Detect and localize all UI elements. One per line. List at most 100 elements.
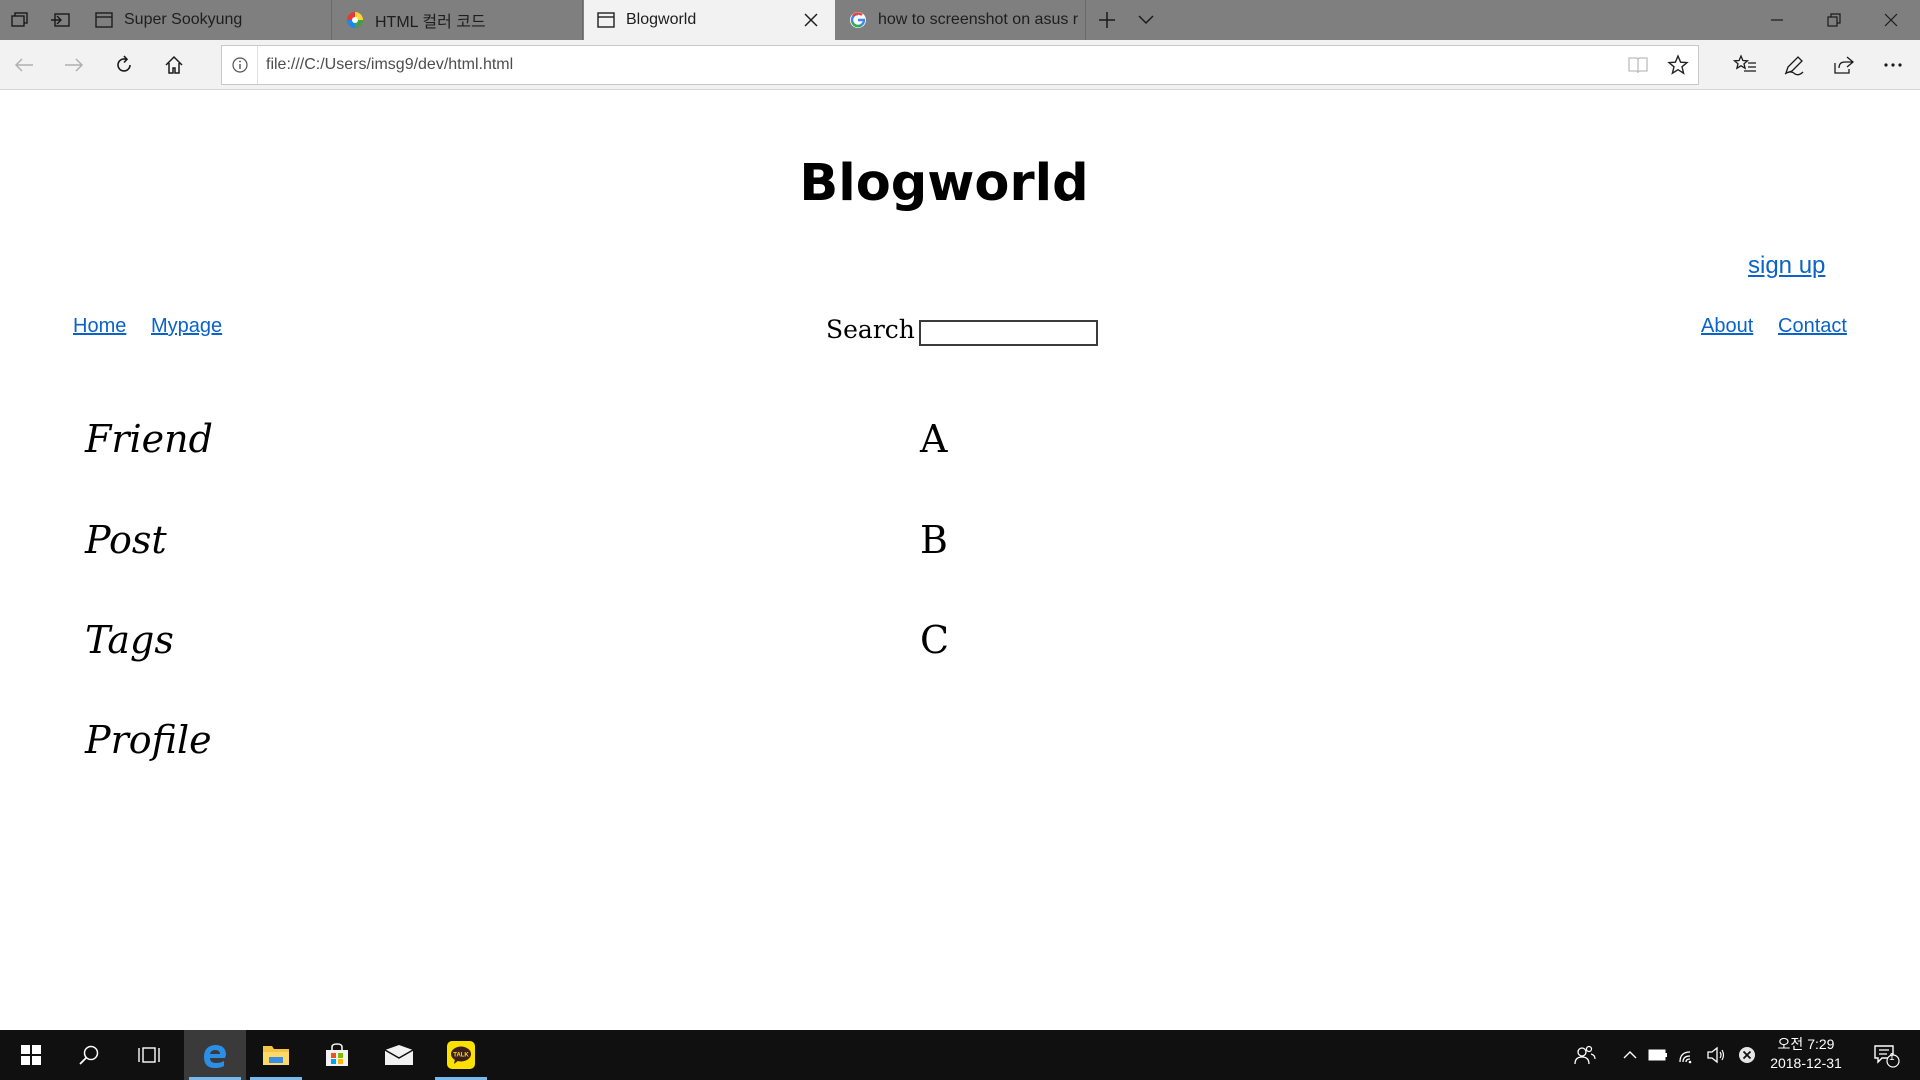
battery-icon bbox=[1648, 1049, 1667, 1061]
taskbar-mail[interactable] bbox=[368, 1030, 430, 1080]
action-center-button[interactable]: 1 bbox=[1866, 1030, 1906, 1080]
sidebar-item-tags: Tags bbox=[85, 618, 174, 662]
restore-icon bbox=[1827, 13, 1841, 27]
tab-previews-button[interactable] bbox=[1126, 0, 1166, 40]
address-bar[interactable]: file:///C:/Users/imsg9/dev/html.html bbox=[221, 45, 1699, 85]
info-icon[interactable] bbox=[222, 46, 258, 84]
sign-up-link[interactable]: sign up bbox=[1748, 252, 1825, 280]
web-note-button[interactable] bbox=[1774, 45, 1814, 85]
home-button[interactable] bbox=[154, 45, 194, 85]
tab-google-search[interactable]: how to screenshot on asus r bbox=[836, 0, 1086, 40]
plus-icon bbox=[1099, 12, 1115, 28]
store-icon bbox=[326, 1043, 348, 1066]
pen-icon bbox=[1784, 56, 1804, 76]
web-page: Blogworld sign up Home Mypage Search Abo… bbox=[0, 91, 1920, 1030]
close-icon bbox=[1884, 13, 1898, 27]
svg-text:TALK: TALK bbox=[453, 1053, 469, 1059]
people-button[interactable] bbox=[1570, 1030, 1600, 1080]
search-label: Search bbox=[826, 315, 915, 344]
tab-title: Super Sookyung bbox=[124, 11, 243, 28]
system-clock[interactable]: 오전 7:29 2018-12-31 bbox=[1756, 1030, 1856, 1080]
favorites-list-icon bbox=[1733, 54, 1756, 72]
show-hidden-icons-button[interactable] bbox=[1618, 1030, 1642, 1080]
close-tab-icon[interactable] bbox=[799, 8, 823, 32]
taskbar-store[interactable] bbox=[306, 1030, 368, 1080]
nav-mypage-link[interactable]: Mypage bbox=[151, 315, 222, 338]
refresh-button[interactable] bbox=[104, 45, 144, 85]
task-view-icon bbox=[138, 1047, 160, 1063]
tab-blogworld[interactable]: Blogworld bbox=[584, 0, 835, 40]
nav-contact-link[interactable]: Contact bbox=[1778, 315, 1847, 338]
taskbar-kakaotalk[interactable]: TALK bbox=[430, 1030, 492, 1080]
search-input[interactable] bbox=[919, 320, 1098, 346]
mail-icon bbox=[384, 1045, 414, 1065]
tab-html-color-code[interactable]: HTML 컬러 코드 bbox=[333, 0, 583, 40]
reading-view-icon[interactable] bbox=[1618, 46, 1658, 84]
file-explorer-icon bbox=[263, 1046, 289, 1065]
battery-tray-icon[interactable] bbox=[1646, 1030, 1670, 1080]
tab-title: HTML 컬러 코드 bbox=[375, 14, 486, 31]
url-text[interactable]: file:///C:/Users/imsg9/dev/html.html bbox=[258, 56, 1618, 74]
people-icon bbox=[1574, 1045, 1596, 1065]
start-icon bbox=[21, 1045, 41, 1065]
task-view-button[interactable] bbox=[118, 1030, 180, 1080]
close-window-button[interactable] bbox=[1862, 0, 1920, 40]
tabs-aside-icon bbox=[51, 13, 70, 27]
back-button[interactable] bbox=[4, 45, 44, 85]
close-circle-icon bbox=[1739, 1047, 1755, 1063]
network-tray-icon[interactable] bbox=[1676, 1030, 1700, 1080]
nav-about-link[interactable]: About bbox=[1701, 315, 1753, 338]
edge-icon bbox=[204, 1045, 226, 1068]
sidebar-item-profile: Profile bbox=[85, 718, 212, 762]
new-tab-button[interactable] bbox=[1087, 0, 1127, 40]
taskbar-file-explorer[interactable] bbox=[245, 1030, 307, 1080]
minimize-icon bbox=[1771, 19, 1783, 21]
nav-home-link[interactable]: Home bbox=[73, 315, 126, 338]
content-item-c: C bbox=[920, 618, 950, 662]
home-icon bbox=[165, 55, 183, 74]
sidebar-item-post: Post bbox=[85, 518, 167, 562]
notification-icon bbox=[1874, 1045, 1900, 1068]
notification-count-badge: 1 bbox=[1889, 1052, 1895, 1063]
chevron-up-icon bbox=[1623, 1051, 1637, 1059]
tab-strip: Super Sookyung HTML 컬러 코드 Blogworld how … bbox=[0, 0, 1920, 40]
set-tabs-aside-button[interactable] bbox=[40, 0, 80, 40]
arrow-left-icon bbox=[14, 58, 33, 72]
browser-toolbar: file:///C:/Users/imsg9/dev/html.html bbox=[0, 40, 1920, 90]
favorites-hub-button[interactable] bbox=[1725, 45, 1765, 85]
page-title: Blogworld bbox=[799, 154, 1089, 213]
page-icon bbox=[94, 10, 114, 30]
search-icon bbox=[79, 1045, 99, 1065]
color-wheel-icon bbox=[345, 10, 365, 30]
share-icon bbox=[1834, 56, 1855, 74]
ellipsis-icon bbox=[1884, 63, 1902, 67]
sidebar-item-friend: Friend bbox=[85, 417, 213, 461]
clock-time: 오전 7:29 bbox=[1777, 1036, 1835, 1052]
volume-tray-icon[interactable] bbox=[1704, 1030, 1728, 1080]
forward-button[interactable] bbox=[54, 45, 94, 85]
taskbar: TALK 오전 7:29 2018-12-31 1 bbox=[0, 1030, 1920, 1080]
kakaotalk-icon: TALK bbox=[447, 1041, 475, 1069]
content-item-b: B bbox=[920, 518, 948, 562]
taskbar-edge[interactable] bbox=[184, 1030, 246, 1080]
arrow-right-icon bbox=[65, 58, 84, 72]
more-options-button[interactable] bbox=[1873, 45, 1913, 85]
tab-title: how to screenshot on asus r bbox=[878, 11, 1079, 28]
restore-button[interactable] bbox=[1805, 0, 1863, 40]
taskbar-search-button[interactable] bbox=[58, 1030, 120, 1080]
minimize-button[interactable] bbox=[1748, 0, 1806, 40]
start-button[interactable] bbox=[0, 1030, 62, 1080]
favorite-star-icon[interactable] bbox=[1658, 46, 1698, 84]
refresh-icon bbox=[117, 55, 131, 72]
tab-super-sookyung[interactable]: Super Sookyung bbox=[82, 0, 332, 40]
tab-actions-button[interactable] bbox=[0, 0, 40, 40]
share-button[interactable] bbox=[1824, 45, 1864, 85]
content-item-a: A bbox=[920, 417, 948, 461]
set-aside-tabs-icon bbox=[11, 12, 28, 27]
clock-date: 2018-12-31 bbox=[1770, 1055, 1842, 1071]
google-icon bbox=[848, 10, 868, 30]
page-icon bbox=[596, 10, 616, 30]
tab-title: Blogworld bbox=[626, 11, 697, 28]
chevron-down-icon bbox=[1138, 15, 1154, 25]
wifi-icon bbox=[1679, 1051, 1692, 1064]
